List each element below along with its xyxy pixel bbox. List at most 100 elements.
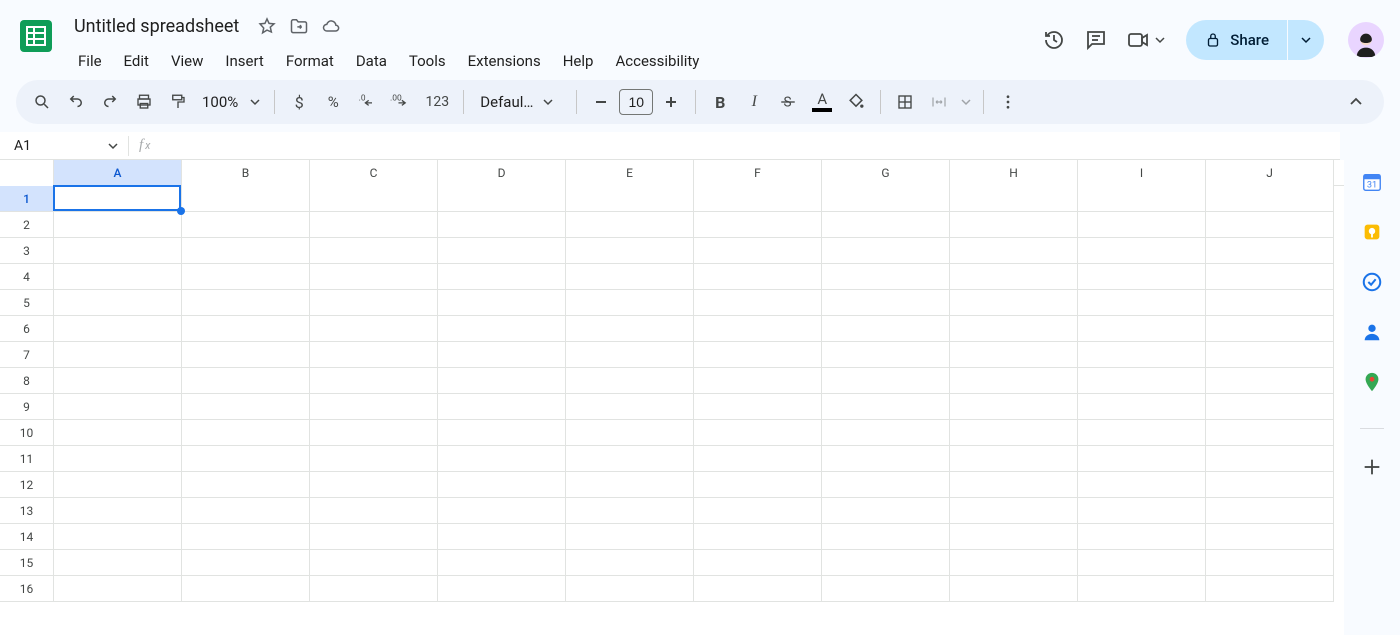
sheets-logo[interactable]: [16, 16, 56, 56]
row-header[interactable]: 5: [0, 290, 54, 316]
cell[interactable]: [182, 238, 310, 264]
row-header[interactable]: 12: [0, 472, 54, 498]
merge-dropdown[interactable]: [957, 86, 975, 118]
cell[interactable]: [438, 420, 566, 446]
cell[interactable]: [822, 576, 950, 602]
cell[interactable]: [694, 316, 822, 342]
cell[interactable]: [822, 550, 950, 576]
cell[interactable]: [694, 576, 822, 602]
cell[interactable]: [54, 524, 182, 550]
cell[interactable]: [1078, 498, 1206, 524]
cell[interactable]: [822, 342, 950, 368]
row-header[interactable]: 7: [0, 342, 54, 368]
cell[interactable]: [822, 264, 950, 290]
cell[interactable]: [310, 446, 438, 472]
cell[interactable]: [310, 524, 438, 550]
cell[interactable]: [1078, 472, 1206, 498]
column-header[interactable]: J: [1206, 160, 1334, 186]
cell[interactable]: [1078, 290, 1206, 316]
row-header[interactable]: 11: [0, 446, 54, 472]
cell[interactable]: [182, 264, 310, 290]
cell[interactable]: [1206, 212, 1334, 238]
cell[interactable]: [566, 394, 694, 420]
row-header[interactable]: 13: [0, 498, 54, 524]
cell[interactable]: [566, 212, 694, 238]
cell[interactable]: [54, 446, 182, 472]
italic-button[interactable]: I: [738, 86, 770, 118]
cell[interactable]: [54, 576, 182, 602]
cell[interactable]: [566, 316, 694, 342]
borders-button[interactable]: [889, 86, 921, 118]
history-icon[interactable]: [1042, 28, 1066, 52]
cell[interactable]: [822, 472, 950, 498]
cell[interactable]: [182, 472, 310, 498]
cell[interactable]: [694, 368, 822, 394]
cell[interactable]: [182, 420, 310, 446]
cell[interactable]: [566, 446, 694, 472]
cell[interactable]: [182, 576, 310, 602]
meet-icon[interactable]: [1126, 28, 1150, 52]
menu-file[interactable]: File: [68, 48, 112, 74]
share-dropdown[interactable]: [1288, 20, 1324, 60]
increase-font-button[interactable]: [655, 86, 687, 118]
document-title[interactable]: Untitled spreadsheet: [68, 14, 245, 39]
cell[interactable]: [1206, 498, 1334, 524]
cell[interactable]: [1206, 394, 1334, 420]
text-color-button[interactable]: A: [806, 86, 838, 118]
paint-format-button[interactable]: [162, 86, 194, 118]
cell[interactable]: [822, 316, 950, 342]
cell[interactable]: [950, 212, 1078, 238]
row-header[interactable]: 14: [0, 524, 54, 550]
menu-accessibility[interactable]: Accessibility: [605, 48, 709, 74]
column-header[interactable]: I: [1078, 160, 1206, 186]
star-icon[interactable]: [257, 16, 277, 36]
more-toolbar-button[interactable]: [992, 86, 1024, 118]
cell[interactable]: [182, 290, 310, 316]
cell[interactable]: [950, 394, 1078, 420]
row-header[interactable]: 1: [0, 186, 54, 212]
cell[interactable]: [694, 394, 822, 420]
cell[interactable]: [54, 420, 182, 446]
cell[interactable]: [950, 472, 1078, 498]
cell[interactable]: [310, 368, 438, 394]
cell[interactable]: [694, 342, 822, 368]
cell[interactable]: [566, 524, 694, 550]
cell[interactable]: [438, 472, 566, 498]
cell[interactable]: [1078, 524, 1206, 550]
spreadsheet-grid[interactable]: ABCDEFGHIJ 12345678910111213141516: [0, 160, 1344, 635]
collapse-toolbar-button[interactable]: [1338, 86, 1374, 118]
cell[interactable]: [566, 498, 694, 524]
cell[interactable]: [54, 342, 182, 368]
cell[interactable]: [822, 290, 950, 316]
menu-view[interactable]: View: [161, 48, 213, 74]
cell[interactable]: [438, 550, 566, 576]
cell[interactable]: [1078, 186, 1206, 212]
cell[interactable]: [950, 264, 1078, 290]
cell[interactable]: [822, 446, 950, 472]
cell[interactable]: [182, 394, 310, 420]
cell[interactable]: [566, 290, 694, 316]
column-header[interactable]: H: [950, 160, 1078, 186]
column-header[interactable]: B: [182, 160, 310, 186]
cell[interactable]: [182, 498, 310, 524]
cell[interactable]: [1206, 420, 1334, 446]
column-header[interactable]: F: [694, 160, 822, 186]
cell[interactable]: [822, 498, 950, 524]
cell[interactable]: [54, 550, 182, 576]
cell[interactable]: [1078, 342, 1206, 368]
cell[interactable]: [310, 576, 438, 602]
account-avatar[interactable]: [1348, 22, 1384, 58]
cell[interactable]: [310, 472, 438, 498]
cell[interactable]: [182, 550, 310, 576]
font-size-input[interactable]: [619, 89, 653, 115]
cell[interactable]: [438, 394, 566, 420]
cell[interactable]: [182, 212, 310, 238]
cell[interactable]: [1206, 446, 1334, 472]
column-header[interactable]: A: [54, 160, 182, 186]
more-formats-button[interactable]: 123: [419, 86, 455, 118]
add-addon-icon[interactable]: [1360, 455, 1384, 479]
cell[interactable]: [310, 212, 438, 238]
cell[interactable]: [438, 212, 566, 238]
cell[interactable]: [950, 316, 1078, 342]
cell[interactable]: [566, 420, 694, 446]
